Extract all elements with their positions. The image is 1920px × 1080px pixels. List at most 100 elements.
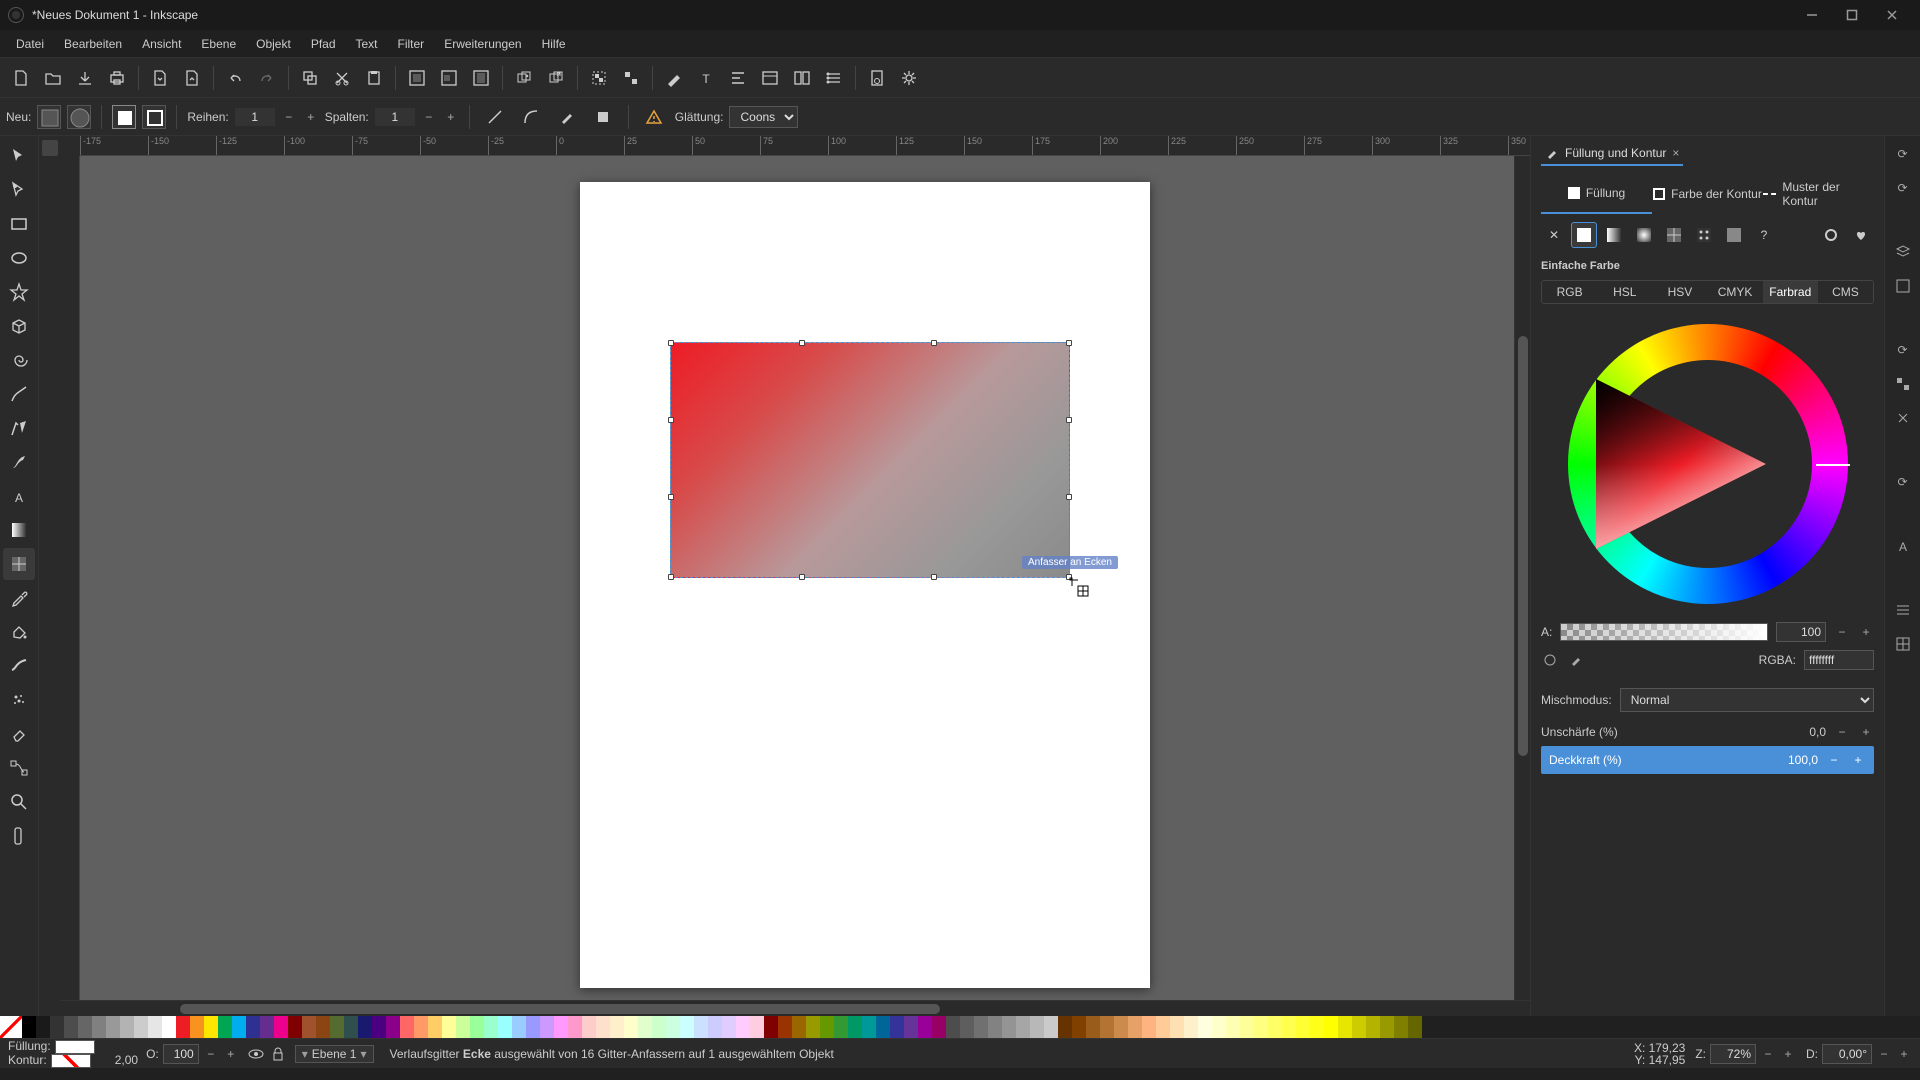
palette-swatch[interactable] <box>176 1016 190 1038</box>
palette-swatch[interactable] <box>946 1016 960 1038</box>
minimize-button[interactable] <box>1792 3 1832 27</box>
fill-stroke-button[interactable] <box>659 63 689 93</box>
tab-stroke-paint[interactable]: Farbe der Kontur <box>1652 174 1763 214</box>
cut-button[interactable] <box>327 63 357 93</box>
menu-ansicht[interactable]: Ansicht <box>132 33 191 55</box>
palette-swatch[interactable] <box>50 1016 64 1038</box>
palette-swatch[interactable] <box>806 1016 820 1038</box>
palette-swatch[interactable] <box>162 1016 176 1038</box>
palette-swatch[interactable] <box>638 1016 652 1038</box>
palette-swatch[interactable] <box>722 1016 736 1038</box>
palette-swatch[interactable] <box>1254 1016 1268 1038</box>
paint-flat[interactable] <box>1571 222 1597 248</box>
paint-none[interactable]: ✕ <box>1541 222 1567 248</box>
palette-swatch[interactable] <box>1212 1016 1226 1038</box>
menu-bearbeiten[interactable]: Bearbeiten <box>54 33 132 55</box>
palette-swatch[interactable] <box>190 1016 204 1038</box>
dock-align-icon[interactable]: ⟳ <box>1891 470 1915 494</box>
rotation-plus[interactable]: + <box>1896 1046 1912 1062</box>
palette-swatch[interactable] <box>1058 1016 1072 1038</box>
layers-button[interactable] <box>819 63 849 93</box>
palette-swatch[interactable] <box>1338 1016 1352 1038</box>
palette-swatch[interactable] <box>1268 1016 1282 1038</box>
import-button[interactable] <box>145 63 175 93</box>
palette-swatch[interactable] <box>764 1016 778 1038</box>
align-button[interactable] <box>723 63 753 93</box>
palette-swatch[interactable] <box>1128 1016 1142 1038</box>
new-doc-button[interactable] <box>6 63 36 93</box>
palette-swatch[interactable] <box>1198 1016 1212 1038</box>
palette-swatch[interactable] <box>120 1016 134 1038</box>
palette-swatch[interactable] <box>778 1016 792 1038</box>
save-button[interactable] <box>70 63 100 93</box>
palette-swatch[interactable] <box>1310 1016 1324 1038</box>
gradient-tool[interactable] <box>3 514 35 546</box>
cm-hsv[interactable]: HSV <box>1652 281 1707 303</box>
calligraphy-tool[interactable] <box>3 446 35 478</box>
mesh-type-conical[interactable] <box>67 105 91 129</box>
blur-plus[interactable]: + <box>1858 724 1874 740</box>
status-stroke-swatch[interactable] <box>51 1054 91 1068</box>
palette-swatch[interactable] <box>974 1016 988 1038</box>
menu-filter[interactable]: Filter <box>388 33 435 55</box>
palette-swatch[interactable] <box>862 1016 876 1038</box>
cm-wheel[interactable]: Farbrad <box>1763 281 1818 303</box>
palette-swatch[interactable] <box>1142 1016 1156 1038</box>
paint-unknown[interactable]: ? <box>1751 222 1777 248</box>
dock-text-icon[interactable]: A <box>1891 534 1915 558</box>
palette-swatch[interactable] <box>848 1016 862 1038</box>
dock-fill-icon[interactable]: ⟳ <box>1891 176 1915 200</box>
palette-swatch[interactable] <box>1114 1016 1128 1038</box>
tab-stroke-style[interactable]: Muster der Kontur <box>1763 174 1874 214</box>
text-tool-button[interactable]: T <box>691 63 721 93</box>
palette-swatch[interactable] <box>302 1016 316 1038</box>
opacity-plus[interactable]: + <box>1850 752 1866 768</box>
pencil-tool[interactable] <box>3 378 35 410</box>
palette-none[interactable] <box>0 1016 22 1038</box>
rgba-input[interactable] <box>1804 650 1874 670</box>
cols-input[interactable] <box>375 108 415 126</box>
palette-swatch[interactable] <box>1170 1016 1184 1038</box>
palette-swatch[interactable] <box>386 1016 400 1038</box>
rows-plus[interactable]: + <box>303 109 319 125</box>
palette-swatch[interactable] <box>1072 1016 1086 1038</box>
paint-pattern[interactable] <box>1691 222 1717 248</box>
ruler-vertical[interactable] <box>60 156 80 1000</box>
toggle-handles-button[interactable] <box>588 102 618 132</box>
mesh-preset-square[interactable] <box>112 105 136 129</box>
palette-swatch[interactable] <box>610 1016 624 1038</box>
blend-select[interactable]: Normal <box>1620 688 1874 712</box>
palette-swatch[interactable] <box>1394 1016 1408 1038</box>
menu-hilfe[interactable]: Hilfe <box>532 33 576 55</box>
paste-button[interactable] <box>359 63 389 93</box>
palette-swatch[interactable] <box>876 1016 890 1038</box>
palette-swatch[interactable] <box>218 1016 232 1038</box>
palette-swatch[interactable] <box>890 1016 904 1038</box>
palette-swatch[interactable] <box>470 1016 484 1038</box>
palette-swatch[interactable] <box>1030 1016 1044 1038</box>
palette-swatch[interactable] <box>428 1016 442 1038</box>
palette-swatch[interactable] <box>666 1016 680 1038</box>
visibility-toggle[interactable] <box>247 1045 265 1063</box>
dock-css-icon[interactable] <box>1891 406 1915 430</box>
palette-swatch[interactable] <box>1408 1016 1422 1038</box>
palette-swatch[interactable] <box>358 1016 372 1038</box>
palette-swatch[interactable] <box>106 1016 120 1038</box>
palette-swatch[interactable] <box>1226 1016 1240 1038</box>
alpha-input[interactable] <box>1776 622 1826 642</box>
palette-swatch[interactable] <box>442 1016 456 1038</box>
paint-linear[interactable] <box>1601 222 1627 248</box>
3dbox-tool[interactable] <box>3 310 35 342</box>
palette-swatch[interactable] <box>932 1016 946 1038</box>
selectors-button[interactable] <box>787 63 817 93</box>
color-wheel[interactable] <box>1541 324 1874 604</box>
blur-minus[interactable]: − <box>1834 724 1850 740</box>
palette-swatch[interactable] <box>652 1016 666 1038</box>
cols-plus[interactable]: + <box>443 109 459 125</box>
rotation-minus[interactable]: − <box>1876 1046 1892 1062</box>
palette-swatch[interactable] <box>512 1016 526 1038</box>
palette-swatch[interactable] <box>680 1016 694 1038</box>
palette-swatch[interactable] <box>260 1016 274 1038</box>
status-opacity-input[interactable] <box>163 1044 199 1064</box>
palette-swatch[interactable] <box>330 1016 344 1038</box>
